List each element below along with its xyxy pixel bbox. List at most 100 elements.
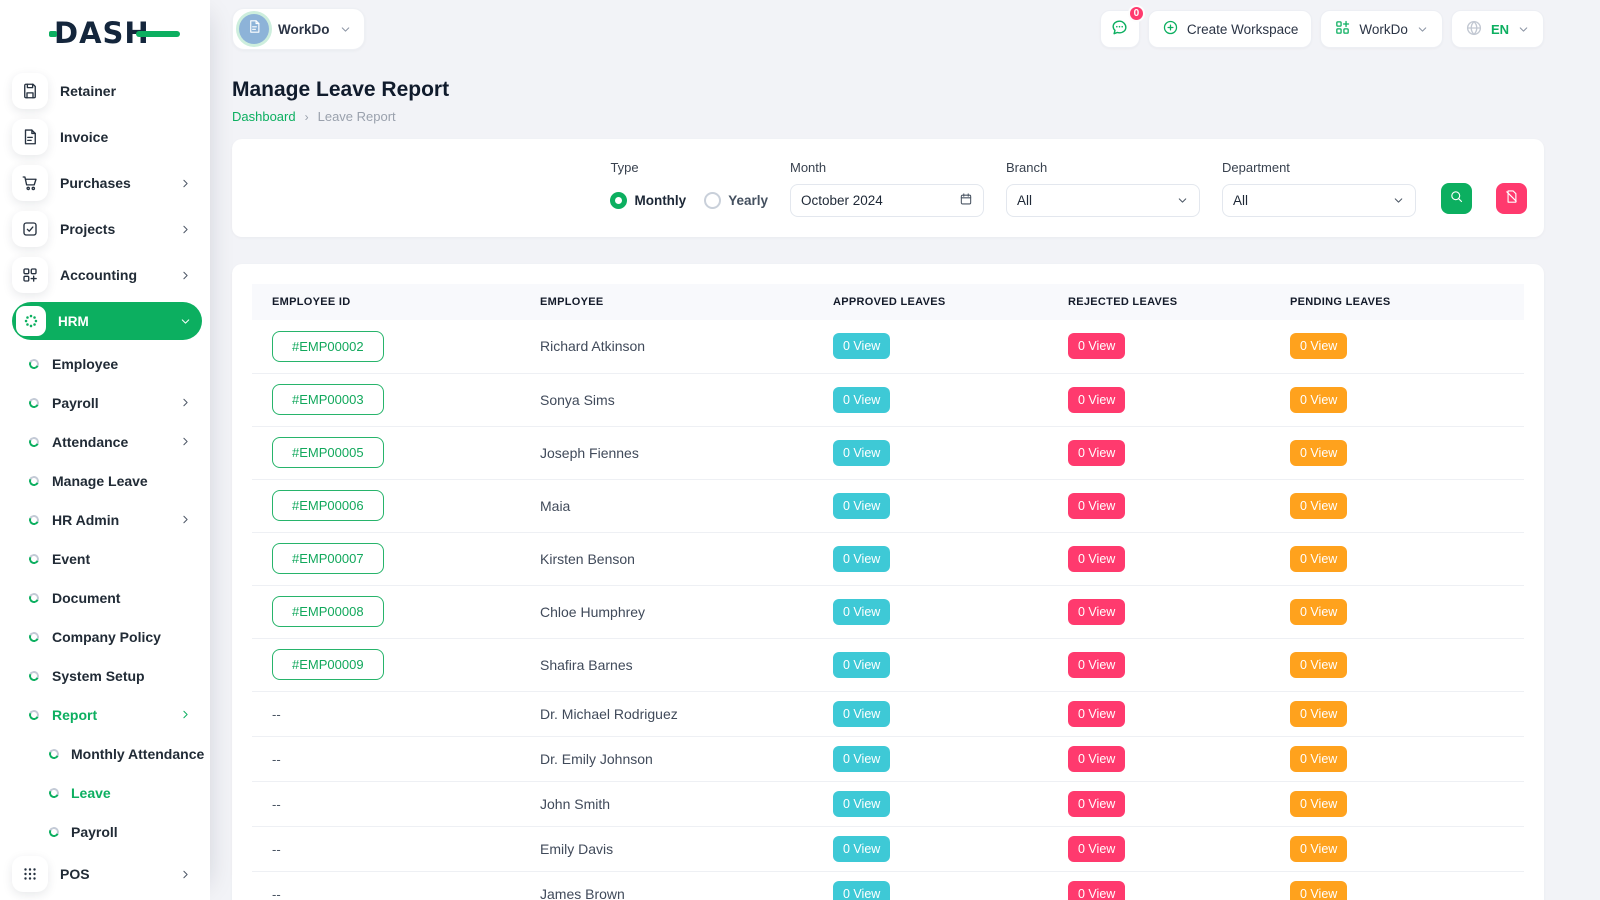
sidebar-item-invoice[interactable]: Invoice	[12, 114, 202, 160]
approved-leaves-badge[interactable]: 0 View	[833, 836, 890, 862]
monthly-radio[interactable]: Monthly	[610, 192, 686, 209]
department-label: Department	[1222, 160, 1416, 175]
pending-leaves-badge[interactable]: 0 View	[1290, 881, 1347, 900]
rejected-leaves-badge[interactable]: 0 View	[1068, 333, 1125, 359]
sidebar-item-projects[interactable]: Projects	[12, 206, 202, 252]
pending-leaves-badge[interactable]: 0 View	[1290, 493, 1347, 519]
sidebar-item-hrm[interactable]: HRM	[12, 302, 202, 340]
create-workspace-button[interactable]: Create Workspace	[1148, 10, 1313, 48]
approved-leaves-badge[interactable]: 0 View	[833, 701, 890, 727]
sidebar-item-report[interactable]: Report	[12, 695, 202, 734]
pending-leaves-badge[interactable]: 0 View	[1290, 387, 1347, 413]
employee-name: Dr. Emily Johnson	[540, 751, 653, 767]
bullet-icon	[28, 591, 41, 604]
app-logo[interactable]: DASH	[54, 16, 164, 50]
rejected-leaves-badge[interactable]: 0 View	[1068, 881, 1125, 900]
workdo-menu-button[interactable]: WorkDo	[1320, 10, 1443, 48]
approved-leaves-badge[interactable]: 0 View	[833, 881, 890, 900]
sidebar-item-event[interactable]: Event	[12, 539, 202, 578]
sidebar-item-label: POS	[60, 866, 90, 882]
employee-name: Chloe Humphrey	[540, 604, 645, 620]
sidebar-item-monthly-attendance[interactable]: Monthly Attendance	[12, 734, 202, 773]
employee-id-button[interactable]: #EMP00002	[272, 331, 384, 362]
pending-leaves-badge[interactable]: 0 View	[1290, 836, 1347, 862]
logo-accent-bar	[136, 31, 180, 37]
chevron-right-icon	[179, 223, 192, 236]
sidebar-item-attendance[interactable]: Attendance	[12, 422, 202, 461]
approved-leaves-badge[interactable]: 0 View	[833, 599, 890, 625]
pending-leaves-badge[interactable]: 0 View	[1290, 791, 1347, 817]
language-label: EN	[1491, 22, 1509, 37]
sidebar-item-payroll[interactable]: Payroll	[12, 812, 202, 851]
messages-button[interactable]: 0	[1100, 10, 1140, 48]
sidebar-item-pos[interactable]: POS	[12, 851, 202, 897]
employee-id-button[interactable]: #EMP00006	[272, 490, 384, 521]
sidebar-item-manage-leave[interactable]: Manage Leave	[12, 461, 202, 500]
rejected-leaves-badge[interactable]: 0 View	[1068, 493, 1125, 519]
approved-leaves-badge[interactable]: 0 View	[833, 387, 890, 413]
month-date-input[interactable]: October 2024	[790, 184, 984, 217]
type-label: Type	[610, 160, 768, 175]
rejected-leaves-badge[interactable]: 0 View	[1068, 652, 1125, 678]
language-selector[interactable]: EN	[1451, 10, 1544, 48]
pending-leaves-badge[interactable]: 0 View	[1290, 440, 1347, 466]
sidebar-item-employee[interactable]: Employee	[12, 344, 202, 383]
radio-unselected-icon	[704, 192, 721, 209]
sidebar-item-company-policy[interactable]: Company Policy	[12, 617, 202, 656]
pending-leaves-badge[interactable]: 0 View	[1290, 701, 1347, 727]
sidebar-item-payroll[interactable]: Payroll	[12, 383, 202, 422]
sidebar-nav: RetainerInvoicePurchasesProjectsAccounti…	[0, 64, 210, 897]
approved-leaves-badge[interactable]: 0 View	[833, 652, 890, 678]
employee-name: Joseph Fiennes	[540, 445, 639, 461]
sidebar-item-leave[interactable]: Leave	[12, 773, 202, 812]
employee-id-button[interactable]: #EMP00005	[272, 437, 384, 468]
sidebar-item-purchases[interactable]: Purchases	[12, 160, 202, 206]
sidebar-item-label: Event	[52, 551, 90, 567]
pending-leaves-badge[interactable]: 0 View	[1290, 746, 1347, 772]
chevron-right-icon	[179, 708, 192, 721]
rejected-leaves-badge[interactable]: 0 View	[1068, 791, 1125, 817]
col-rejected-leaves: Rejected Leaves	[1048, 284, 1270, 320]
yearly-radio[interactable]: Yearly	[704, 192, 768, 209]
sidebar-item-label: Employee	[52, 356, 118, 372]
rejected-leaves-badge[interactable]: 0 View	[1068, 746, 1125, 772]
sidebar-item-accounting[interactable]: Accounting	[12, 252, 202, 298]
apply-filter-button[interactable]	[1441, 183, 1472, 214]
branch-select[interactable]: All	[1006, 184, 1200, 217]
rejected-leaves-badge[interactable]: 0 View	[1068, 701, 1125, 727]
approved-leaves-badge[interactable]: 0 View	[833, 493, 890, 519]
pending-leaves-badge[interactable]: 0 View	[1290, 546, 1347, 572]
rejected-leaves-badge[interactable]: 0 View	[1068, 440, 1125, 466]
rejected-leaves-badge[interactable]: 0 View	[1068, 387, 1125, 413]
pending-leaves-badge[interactable]: 0 View	[1290, 599, 1347, 625]
rejected-leaves-badge[interactable]: 0 View	[1068, 546, 1125, 572]
sidebar-item-document[interactable]: Document	[12, 578, 202, 617]
approved-leaves-badge[interactable]: 0 View	[833, 746, 890, 772]
rejected-leaves-badge[interactable]: 0 View	[1068, 836, 1125, 862]
approved-leaves-badge[interactable]: 0 View	[833, 791, 890, 817]
sidebar-item-system-setup[interactable]: System Setup	[12, 656, 202, 695]
pending-leaves-badge[interactable]: 0 View	[1290, 333, 1347, 359]
reset-filter-button[interactable]	[1496, 183, 1527, 214]
workspace-switcher[interactable]: WorkDo	[232, 8, 365, 50]
sidebar-item-label: HR Admin	[52, 512, 119, 528]
sidebar-item-hr-admin[interactable]: HR Admin	[12, 500, 202, 539]
sidebar-item-label: Monthly Attendance	[71, 746, 204, 762]
employee-id-button[interactable]: #EMP00009	[272, 649, 384, 680]
rejected-leaves-badge[interactable]: 0 View	[1068, 599, 1125, 625]
pending-leaves-badge[interactable]: 0 View	[1290, 652, 1347, 678]
approved-leaves-badge[interactable]: 0 View	[833, 440, 890, 466]
breadcrumb-dashboard-link[interactable]: Dashboard	[232, 109, 296, 124]
bullet-icon	[48, 747, 61, 760]
col-pending-leaves: Pending Leaves	[1270, 284, 1524, 320]
employee-id-button[interactable]: #EMP00008	[272, 596, 384, 627]
sidebar-item-retainer[interactable]: Retainer	[12, 68, 202, 114]
employee-id-button[interactable]: #EMP00003	[272, 384, 384, 415]
employee-name: Maia	[540, 498, 570, 514]
approved-leaves-badge[interactable]: 0 View	[833, 333, 890, 359]
department-select[interactable]: All	[1222, 184, 1416, 217]
employee-id-button[interactable]: #EMP00007	[272, 543, 384, 574]
sidebar-item-label: System Setup	[52, 668, 145, 684]
approved-leaves-badge[interactable]: 0 View	[833, 546, 890, 572]
search-icon	[1449, 189, 1464, 207]
